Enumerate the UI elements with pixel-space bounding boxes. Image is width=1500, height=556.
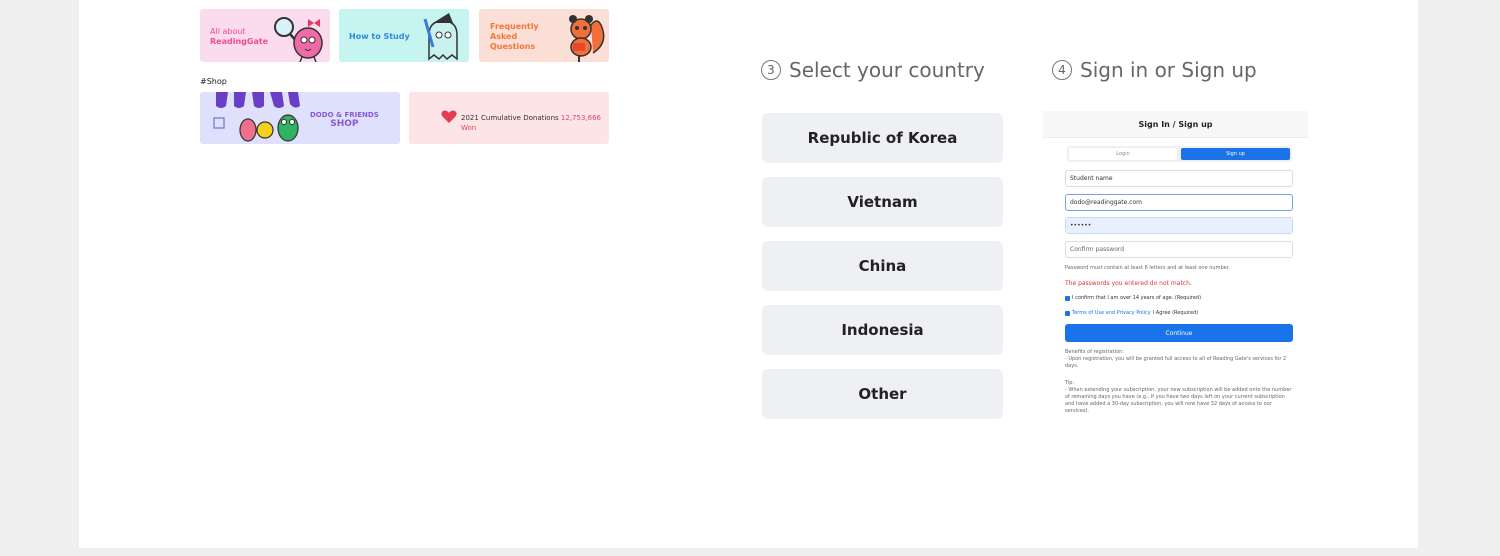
step4-heading: 4 Sign in or Sign up bbox=[1052, 58, 1257, 82]
faq-line1: Frequently bbox=[490, 22, 539, 31]
country-vietnam-button[interactable]: Vietnam bbox=[762, 177, 1003, 227]
confirm-password-field[interactable]: Confirm password bbox=[1065, 241, 1293, 258]
step3-number: 3 bbox=[761, 60, 781, 80]
donations-label: 2021 Cumulative Donations bbox=[461, 114, 559, 122]
tab-login[interactable]: Login bbox=[1069, 148, 1177, 160]
step4-title: Sign in or Sign up bbox=[1080, 58, 1257, 82]
signin-tab-switch: Login Sign up bbox=[1067, 146, 1292, 162]
magnifier-character-icon bbox=[274, 17, 323, 62]
benefits-info: Benefits of registration: - Upon registr… bbox=[1065, 349, 1295, 370]
faq-line3: Questions bbox=[490, 42, 536, 51]
student-name-field[interactable]: Student name bbox=[1065, 170, 1293, 187]
terms-link[interactable]: Terms of Use and Privacy Policy bbox=[1072, 310, 1151, 316]
age-checkbox-label: I confirm that I am over 14 years of age… bbox=[1072, 295, 1202, 301]
benefits-title: Benefits of registration: bbox=[1065, 349, 1124, 355]
study-banner-text: How to Study bbox=[349, 32, 410, 41]
ghost-wizard-character-icon bbox=[423, 13, 458, 61]
password-field[interactable]: •••••• bbox=[1065, 217, 1293, 234]
continue-button[interactable]: Continue bbox=[1065, 324, 1293, 342]
step3-title: Select your country bbox=[789, 58, 985, 82]
shop-line2: SHOP bbox=[330, 119, 359, 129]
tip-title: Tip: bbox=[1065, 380, 1075, 386]
tab-signup[interactable]: Sign up bbox=[1181, 148, 1290, 160]
terms-checkbox-row[interactable]: Terms of Use and Privacy Policy I Agree (… bbox=[1065, 310, 1198, 316]
faq-banner[interactable]: Frequently Asked Questions bbox=[479, 9, 609, 62]
country-china-button[interactable]: China bbox=[762, 241, 1003, 291]
country-korea-button[interactable]: Republic of Korea bbox=[762, 113, 1003, 163]
about-line2: ReadingGate bbox=[210, 37, 269, 46]
country-other-button[interactable]: Other bbox=[762, 369, 1003, 419]
benefits-body: - Upon registration, you will be granted… bbox=[1065, 356, 1287, 369]
terms-checkbox[interactable] bbox=[1065, 310, 1070, 316]
tip-body: - When extending your subscription, your… bbox=[1065, 387, 1292, 414]
password-error: The passwords you entered do not match. bbox=[1065, 280, 1192, 287]
study-banner[interactable]: How to Study bbox=[339, 9, 469, 62]
email-field[interactable]: dodo@readinggate.com bbox=[1065, 194, 1293, 211]
age-checkbox[interactable] bbox=[1065, 295, 1070, 301]
about-banner[interactable]: All about ReadingGate bbox=[200, 9, 330, 62]
signin-title: Sign In / Sign up bbox=[1043, 111, 1308, 138]
shop-awning-icon bbox=[213, 92, 300, 142]
step4-number: 4 bbox=[1052, 60, 1072, 80]
faq-line2: Asked bbox=[490, 32, 518, 41]
about-line1: All about bbox=[210, 27, 246, 36]
age-checkbox-row[interactable]: I confirm that I am over 14 years of age… bbox=[1065, 295, 1201, 301]
faq-banner-text: Frequently Asked Questions bbox=[490, 22, 539, 52]
shop-banner-text: DODO & FRIENDS SHOP bbox=[310, 111, 379, 129]
shop-banner[interactable]: DODO & FRIENDS SHOP bbox=[200, 92, 400, 144]
country-indonesia-button[interactable]: Indonesia bbox=[762, 305, 1003, 355]
shop-section-label: #Shop bbox=[200, 77, 227, 86]
donations-banner[interactable]: 2021 Cumulative Donations 12,753,666 Won bbox=[409, 92, 609, 144]
step3-heading: 3 Select your country bbox=[761, 58, 985, 82]
terms-suffix: I Agree (Required) bbox=[1152, 310, 1199, 316]
main-panel: All about ReadingGate How to Study Frequ… bbox=[79, 0, 1418, 548]
heart-icon bbox=[441, 110, 457, 123]
squirrel-character-icon bbox=[569, 15, 605, 62]
signin-preview: Sign In / Sign up Login Sign up Student … bbox=[1043, 111, 1308, 421]
donations-text: 2021 Cumulative Donations 12,753,666 Won bbox=[461, 113, 609, 133]
password-hint: Password must contain at least 6 letters… bbox=[1065, 265, 1230, 271]
about-banner-text: All about ReadingGate bbox=[210, 27, 280, 47]
tip-info: Tip: - When extending your subscription,… bbox=[1065, 380, 1295, 415]
